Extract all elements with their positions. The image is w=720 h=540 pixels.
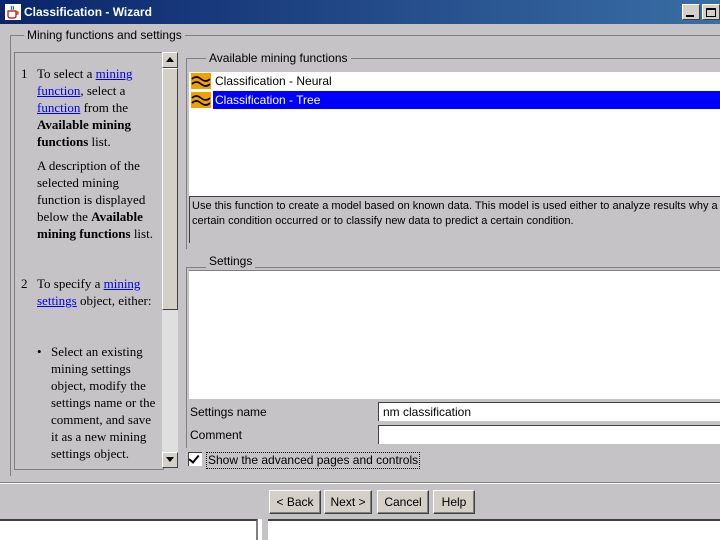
window-title: Classification - Wizard: [24, 5, 152, 19]
title-bar[interactable]: Classification - Wizard: [0, 0, 720, 24]
next-button[interactable]: Next >: [324, 490, 372, 514]
minimize-icon: [686, 8, 694, 17]
available-functions-label: Available mining functions: [206, 51, 351, 65]
arrow-down-icon: [166, 457, 174, 462]
advanced-checkbox[interactable]: [188, 452, 202, 466]
arrow-up-icon: [166, 57, 174, 62]
wave-icon: [191, 73, 211, 89]
list-item-classification-tree[interactable]: Classification - Tree: [189, 91, 720, 109]
scroll-thumb[interactable]: [162, 68, 178, 310]
list-item-label: Classification - Neural: [215, 74, 332, 88]
help-step-1-desc-text: A description of the selected mining fun…: [37, 158, 153, 241]
function-description-text: Use this function to create a model base…: [192, 200, 718, 227]
comment-label: Comment: [190, 428, 243, 442]
list-item-label: Classification - Tree: [213, 91, 720, 109]
function-description: Use this function to create a model base…: [189, 196, 720, 243]
maximize-button[interactable]: [702, 4, 720, 20]
cancel-button[interactable]: Cancel: [377, 490, 429, 514]
help-step-2-text: To specify a mining settings object, eit…: [37, 276, 152, 308]
help-bullet-1-text: Select an existing mining settings objec…: [51, 344, 156, 461]
checkmark-icon: [188, 452, 200, 464]
separator: [0, 483, 720, 484]
help-panel: 1 To select a mining function, select a …: [14, 52, 164, 470]
step-number: 1: [21, 66, 28, 81]
bullet-icon: •: [37, 344, 42, 359]
scroll-up-button[interactable]: [162, 52, 178, 68]
settings-name-input[interactable]: nm classification: [378, 402, 720, 421]
java-cup-icon: [5, 4, 21, 20]
advanced-checkbox-label[interactable]: Show the advanced pages and controls: [206, 452, 421, 469]
scroll-down-button[interactable]: [162, 452, 178, 468]
settings-name-label: Settings name: [190, 405, 267, 419]
help-step-1-text: To select a mining function, select a fu…: [37, 66, 133, 149]
wave-icon: [191, 92, 211, 108]
bottom-panes: [0, 519, 720, 540]
maximize-icon: [706, 8, 716, 17]
settings-group-label: Settings: [206, 254, 256, 268]
mining-functions-group-label: Mining functions and settings: [24, 28, 185, 42]
functions-list[interactable]: Classification - Neural Classification -…: [189, 72, 720, 196]
bottom-left-pane: [0, 519, 258, 540]
help-button[interactable]: Help: [433, 490, 475, 514]
help-scrollbar[interactable]: [162, 52, 178, 468]
settings-area[interactable]: [189, 270, 720, 399]
list-item-classification-neural[interactable]: Classification - Neural: [189, 72, 720, 90]
back-button[interactable]: < Back: [269, 490, 321, 514]
function-link[interactable]: function: [37, 100, 80, 115]
minimize-button[interactable]: [682, 4, 700, 20]
step-number: 2: [21, 276, 28, 291]
bottom-right-pane: [268, 519, 720, 540]
comment-input[interactable]: [378, 425, 720, 444]
